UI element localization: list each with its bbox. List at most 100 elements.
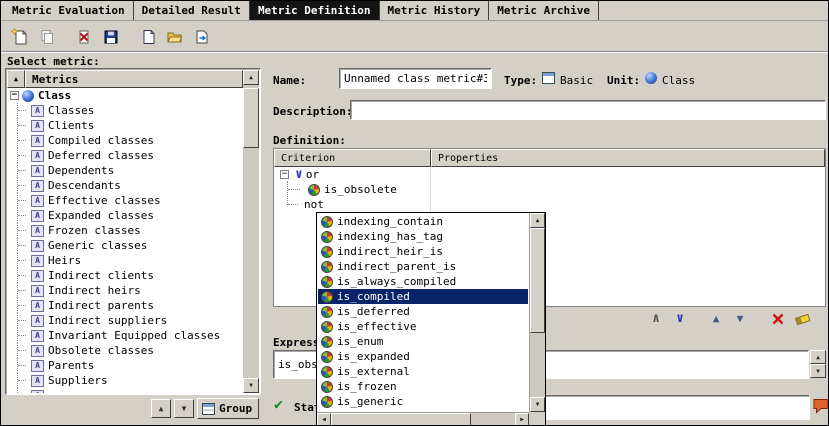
sort-ascending-icon[interactable]: ▲ xyxy=(7,70,25,88)
scrollbar-corner xyxy=(529,412,545,426)
tree-scrollbar-thumb[interactable] xyxy=(243,88,259,148)
tree-item[interactable]: ACompiled classes xyxy=(7,133,243,148)
dropdown-item[interactable]: is_effective xyxy=(318,319,528,334)
metric-icon: A xyxy=(31,360,44,372)
dropdown-item[interactable]: is_frozen xyxy=(318,379,528,394)
tree-item[interactable]: AExpanded classes xyxy=(7,208,243,223)
delete-metric-icon[interactable] xyxy=(70,24,97,49)
tree-item[interactable]: AGeneric classes xyxy=(7,238,243,253)
dropdown-scrollbar-thumb[interactable] xyxy=(530,228,545,333)
tree-item[interactable]: AHeirs xyxy=(7,253,243,268)
tab-detailed-result[interactable]: Detailed Result xyxy=(134,1,250,20)
tab-metric-archive[interactable]: Metric Archive xyxy=(489,1,599,20)
new-archive-glyph xyxy=(140,29,156,45)
tree-root-label: Class xyxy=(38,89,71,102)
tree-item[interactable]: AClients xyxy=(7,118,243,133)
tree-item-label: Expanded classes xyxy=(48,209,154,222)
dropdown-item-label: is_enum xyxy=(337,335,383,348)
open-metric-archive-icon[interactable] xyxy=(161,24,188,49)
tree-item[interactable]: AIndirect clients xyxy=(7,268,243,283)
metric-icon: A xyxy=(31,135,44,147)
tree-item[interactable]: AInvariant Equipped classes xyxy=(7,328,243,343)
or-operator-button[interactable]: ∨ xyxy=(671,310,689,327)
tree-item[interactable]: ADescendants xyxy=(7,178,243,193)
tree-item[interactable]: ADependents xyxy=(7,163,243,178)
definition-actions: ∧ ∨ ▲ ▼ xyxy=(647,310,811,327)
move-metric-up-button[interactable]: ▲ xyxy=(151,399,171,418)
tab-metric-definition[interactable]: Metric Definition xyxy=(250,1,380,20)
tree-item[interactable]: AObsolete classes xyxy=(7,343,243,358)
move-criterion-down-button[interactable]: ▼ xyxy=(731,310,749,327)
collapse-icon[interactable]: − xyxy=(280,170,289,179)
metric-icon-letter: A xyxy=(35,316,40,325)
tree-item[interactable]: AParents xyxy=(7,358,243,373)
dropdown-item[interactable]: indexing_contain xyxy=(318,214,528,229)
tree-root-class[interactable]: − Class xyxy=(7,88,243,103)
tree-item[interactable]: AEffective classes xyxy=(7,193,243,208)
dropdown-item[interactable]: is_expanded xyxy=(318,349,528,364)
properties-column-header[interactable]: Properties xyxy=(431,149,825,167)
metric-icon: A xyxy=(31,315,44,327)
group-button[interactable]: Group xyxy=(197,398,259,419)
move-metric-down-button[interactable]: ▼ xyxy=(174,399,194,418)
tree-scrollbar[interactable]: ▲ ▼ xyxy=(243,70,259,393)
definition-row-not[interactable]: not xyxy=(274,197,825,212)
tree-item[interactable]: AClasses xyxy=(7,103,243,118)
dropdown-item-label: is_expanded xyxy=(337,350,410,363)
metric-icon: A xyxy=(31,225,44,237)
description-input[interactable] xyxy=(350,100,826,120)
dropdown-item[interactable]: is_always_compiled xyxy=(318,274,528,289)
dropdown-item[interactable]: indexing_has_tag xyxy=(318,229,528,244)
criterion-icon xyxy=(321,216,333,228)
dropdown-vscrollbar[interactable]: ▲ ▼ xyxy=(529,213,545,412)
comment-icon[interactable] xyxy=(813,398,829,414)
new-metric-icon[interactable] xyxy=(6,24,33,49)
dropdown-hscrollbar-track[interactable] xyxy=(471,413,515,426)
criterion-column-header[interactable]: Criterion xyxy=(274,149,431,167)
tree-item[interactable]: AIndirect suppliers xyxy=(7,313,243,328)
tree-item[interactable]: AIndirect parents xyxy=(7,298,243,313)
definition-row-or[interactable]: − ∨ or xyxy=(274,167,825,182)
dropdown-item-selected[interactable]: is_compiled xyxy=(318,289,528,304)
scroll-down-icon[interactable]: ▼ xyxy=(530,397,545,412)
and-operator-button[interactable]: ∧ xyxy=(647,310,665,327)
dropdown-item[interactable]: indirect_heir_is xyxy=(318,244,528,259)
tree-header-metrics[interactable]: Metrics xyxy=(25,70,243,88)
tree-item[interactable]: ADeferred classes xyxy=(7,148,243,163)
spin-down-icon[interactable]: ▼ xyxy=(810,364,826,378)
tree-item[interactable]: ASuppliers xyxy=(7,373,243,388)
tab-metric-history[interactable]: Metric History xyxy=(380,1,490,20)
dropdown-item[interactable]: is_external xyxy=(318,364,528,379)
tree-item[interactable]: AIndirect heirs xyxy=(7,283,243,298)
scroll-up-icon[interactable]: ▲ xyxy=(243,70,259,85)
definition-row-is-obsolete[interactable]: is_obsolete xyxy=(274,182,825,197)
new-metric-archive-icon[interactable] xyxy=(134,24,161,49)
tree-item-label: Invariant Equipped classes xyxy=(48,329,220,342)
scroll-down-icon[interactable]: ▼ xyxy=(243,378,259,393)
collapse-icon[interactable]: − xyxy=(10,91,19,100)
save-metric-icon[interactable] xyxy=(97,24,124,49)
delete-criterion-button[interactable] xyxy=(769,310,787,327)
tab-metric-evaluation[interactable]: Metric Evaluation xyxy=(4,1,134,20)
spin-up-icon[interactable]: ▲ xyxy=(810,350,826,364)
scroll-left-icon[interactable]: ◀ xyxy=(317,413,331,426)
dropdown-item[interactable]: is_generic xyxy=(318,394,528,409)
dropdown-item[interactable]: is_enum xyxy=(318,334,528,349)
move-criterion-up-button[interactable]: ▲ xyxy=(707,310,725,327)
dropdown-hscrollbar-thumb[interactable] xyxy=(331,413,471,426)
export-metric-icon[interactable] xyxy=(188,24,215,49)
tree-item[interactable]: AFrozen classes xyxy=(7,223,243,238)
metric-icon-letter: A xyxy=(35,241,40,250)
name-input[interactable] xyxy=(339,68,492,89)
copy-metric-glyph xyxy=(39,29,55,45)
clear-definition-button[interactable] xyxy=(793,310,811,327)
dropdown-item[interactable]: indirect_parent_is xyxy=(318,259,528,274)
toolbar-divider xyxy=(1,51,828,53)
scroll-up-icon[interactable]: ▲ xyxy=(530,213,545,228)
dropdown-hscrollbar[interactable]: ◀ ▶ xyxy=(317,412,529,426)
dropdown-item[interactable]: is_deferred xyxy=(318,304,528,319)
criterion-icon xyxy=(308,184,320,196)
scroll-right-icon[interactable]: ▶ xyxy=(515,413,529,426)
tree-item-partial[interactable]: A xyxy=(7,388,243,393)
copy-metric-icon[interactable] xyxy=(33,24,60,49)
